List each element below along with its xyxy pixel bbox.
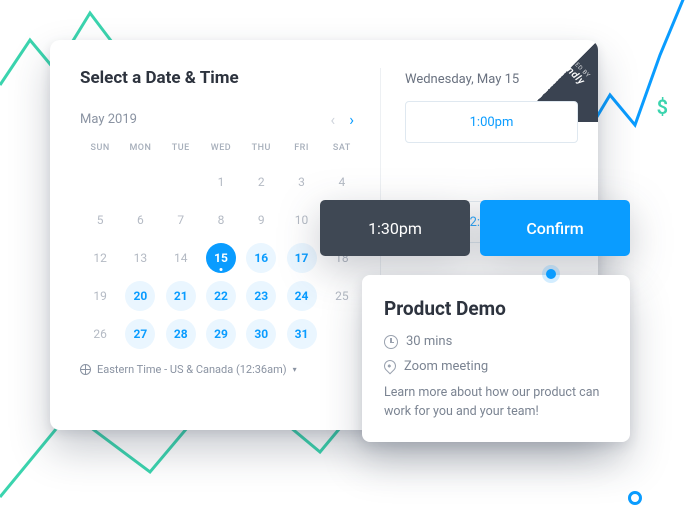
calendar-day-available[interactable]: 24 [287,281,317,311]
selected-date-label: Wednesday, May 15 [405,72,578,87]
calendar-day-unavailable: 3 [281,163,321,201]
calendar-day-unavailable: 1 [201,163,241,201]
time-slot[interactable]: 1:00pm [405,101,578,143]
event-title: Product Demo [384,297,608,320]
calendar-day-unavailable: 4 [322,163,362,201]
decor-dollar-icon: $ [657,95,668,119]
timezone-label: Eastern Time - US & Canada (12:36am) [97,363,287,376]
calendar-day-unavailable: 12 [80,239,120,277]
weekday-header: THU [241,137,281,163]
prev-month-button[interactable]: ‹ [330,110,335,129]
calendar-day-unavailable: 14 [161,239,201,277]
weekday-header: FRI [281,137,321,163]
calendar-day-available[interactable]: 17 [287,243,317,273]
calendar-day-available[interactable]: 28 [166,319,196,349]
calendar-day-available[interactable]: 23 [246,281,276,311]
event-location: Zoom meeting [384,359,608,374]
calendar-day-available[interactable]: 30 [246,319,276,349]
event-duration: 30 mins [384,334,608,349]
month-nav: May 2019 ‹ › [80,110,360,129]
weekday-header: MON [120,137,160,163]
weekday-header: SAT [322,137,362,163]
calendar-day-selected[interactable]: 15 [206,243,236,273]
calendar-day-unavailable: 19 [80,277,120,315]
location-pin-icon [382,358,399,375]
calendar-day-unavailable: 8 [201,201,241,239]
calendar-day-unavailable: 13 [120,239,160,277]
calendar-day-unavailable: 9 [241,201,281,239]
calendar-day-available[interactable]: 31 [287,319,317,349]
calendar-day-unavailable: 25 [322,277,362,315]
caret-down-icon: ▾ [293,365,297,374]
connector-dot-icon [546,269,556,279]
timezone-selector[interactable]: Eastern Time - US & Canada (12:36am) ▾ [80,363,380,376]
clock-icon [384,335,398,349]
selected-slot-row: 1:30pm Confirm [320,200,630,256]
panel-title: Select a Date & Time [80,68,380,88]
decor-circle-icon [628,491,642,505]
calendar-day-unavailable: 6 [120,201,160,239]
calendar-day-unavailable: 26 [80,315,120,353]
selected-time-chip[interactable]: 1:30pm [320,200,470,256]
event-detail-card: Product Demo 30 mins Zoom meeting Learn … [362,275,630,442]
calendar-day-available[interactable]: 21 [166,281,196,311]
calendar-day-available[interactable]: 16 [246,243,276,273]
month-label: May 2019 [80,112,137,127]
next-month-button[interactable]: › [349,110,354,129]
weekday-header: TUE [161,137,201,163]
confirm-button[interactable]: Confirm [480,200,630,256]
calendar-day-available[interactable]: 20 [125,281,155,311]
event-description: Learn more about how our product can wor… [384,384,608,422]
calendar-day-unavailable: 10 [281,201,321,239]
globe-icon [80,364,91,375]
calendar-day-available[interactable]: 22 [206,281,236,311]
calendar-day-unavailable: 7 [161,201,201,239]
calendar-day-available[interactable]: 29 [206,319,236,349]
calendar-day-unavailable: 2 [241,163,281,201]
weekday-header: SUN [80,137,120,163]
calendar-day-available[interactable]: 27 [125,319,155,349]
calendar-day-unavailable: 5 [80,201,120,239]
weekday-header: WED [201,137,241,163]
